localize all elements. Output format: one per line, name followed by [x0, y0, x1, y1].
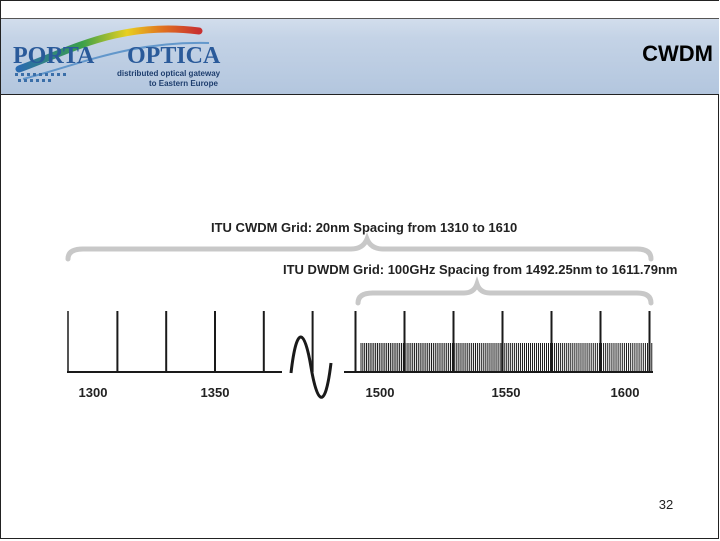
- cwdm-brace: [65, 232, 654, 262]
- tick-label-1600: 1600: [611, 385, 640, 400]
- tick-label-1550: 1550: [492, 385, 521, 400]
- dwdm-grid-label: ITU DWDM Grid: 100GHz Spacing from 1492.…: [283, 262, 677, 277]
- cwdm-grid-label: ITU CWDM Grid: 20nm Spacing from 1310 to…: [211, 220, 517, 235]
- tick-label-1500: 1500: [366, 385, 395, 400]
- slide: PORTA OPTICA distributed optical gateway…: [0, 0, 719, 539]
- tick-label-1300: 1300: [79, 385, 108, 400]
- wdm-grid-diagram: ITU CWDM Grid: 20nm Spacing from 1310 to…: [65, 220, 677, 400]
- axis-break-wave: [289, 335, 333, 399]
- cwdm-channel-lines-left: [67, 311, 314, 372]
- dwdm-brace: [355, 276, 654, 306]
- tick-label-1350: 1350: [201, 385, 230, 400]
- page-number: 32: [658, 497, 674, 512]
